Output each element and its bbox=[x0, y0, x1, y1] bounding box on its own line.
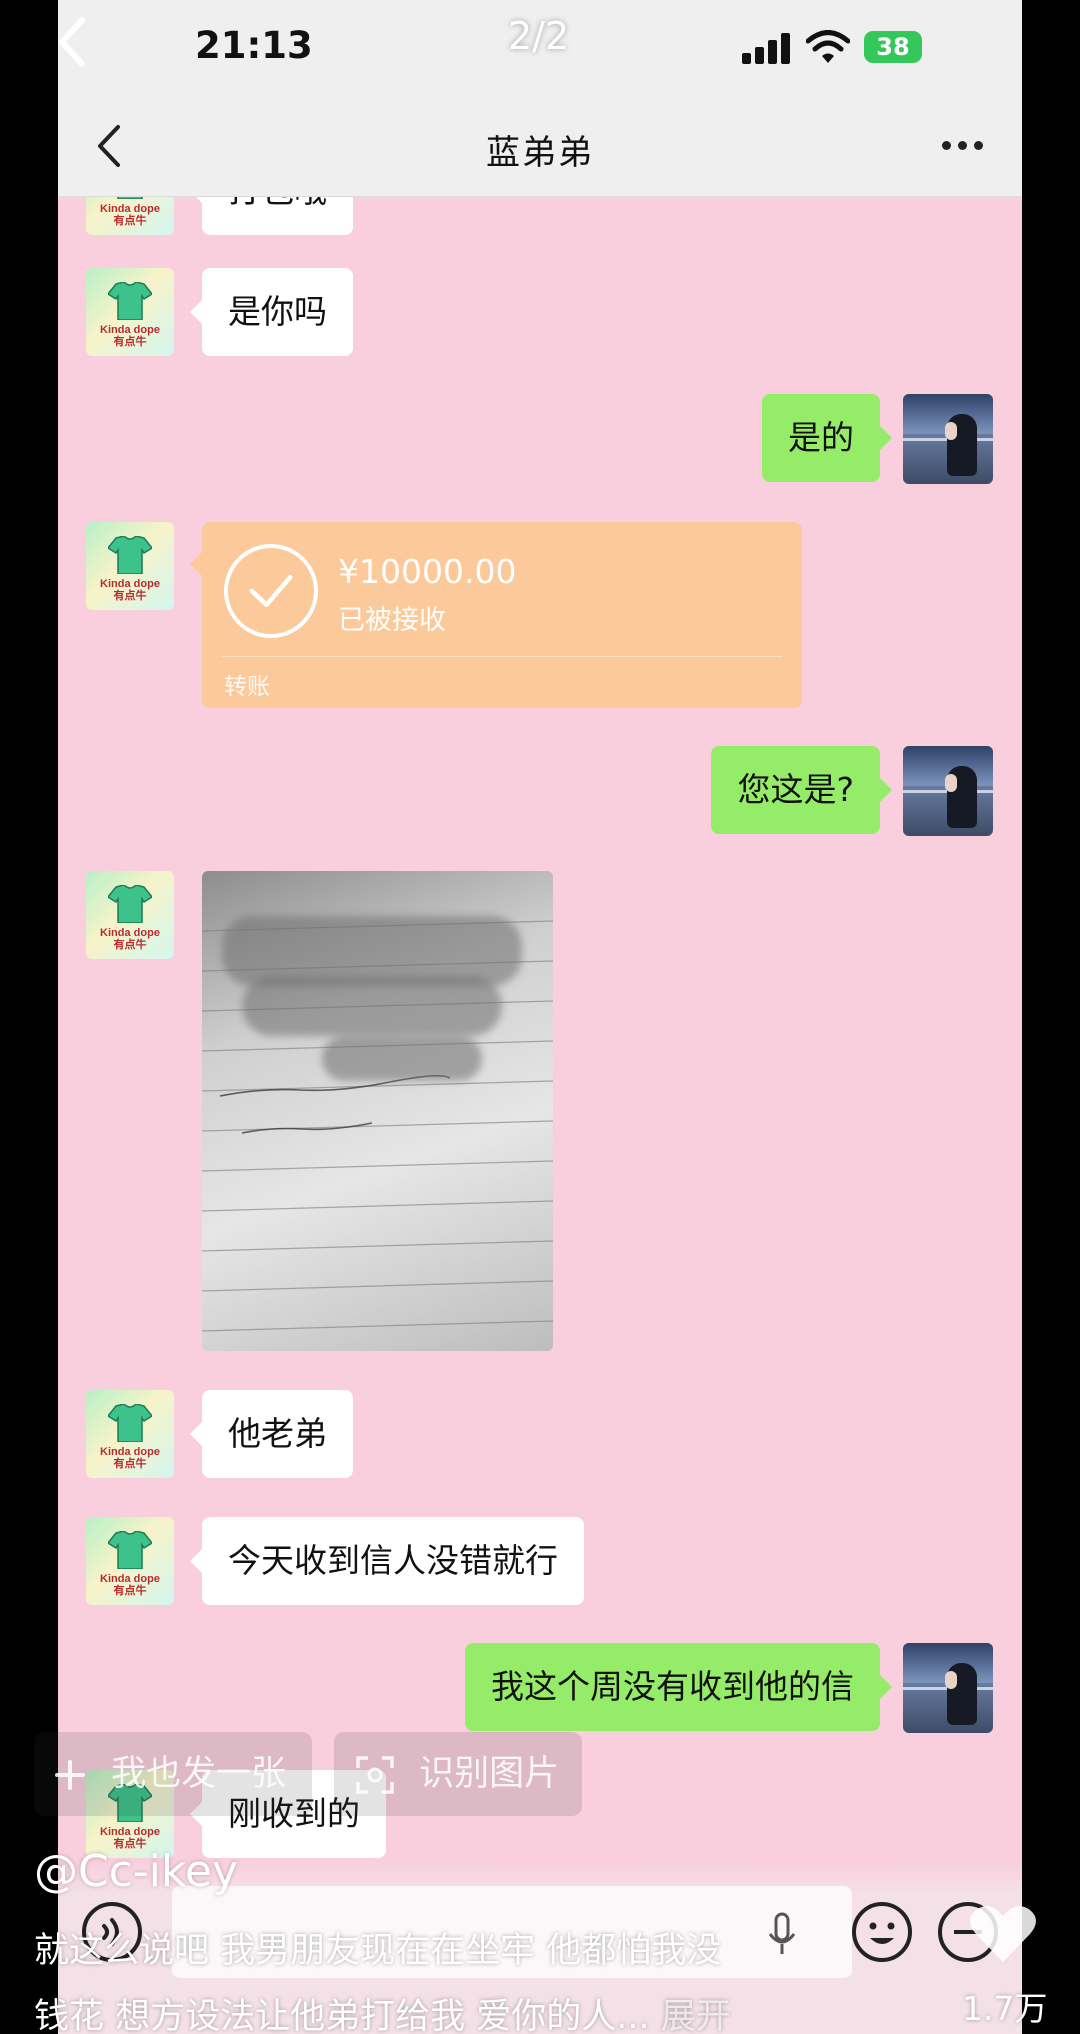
transfer-label: 转账 bbox=[224, 674, 270, 700]
page-indicator: 2/2 bbox=[508, 14, 570, 58]
my-avatar[interactable] bbox=[903, 1643, 993, 1733]
redaction bbox=[242, 976, 502, 1036]
shirt-icon bbox=[108, 282, 152, 320]
check-icon bbox=[224, 544, 318, 638]
chat-header: 蓝弟弟 bbox=[58, 95, 1022, 197]
transfer-status: 已被接收 bbox=[338, 605, 446, 636]
post-similar-button[interactable]: 我也发一张 bbox=[34, 1732, 312, 1816]
battery-level: 38 bbox=[876, 33, 910, 61]
transfer-card[interactable]: ¥10000.00 已被接收 转账 bbox=[190, 522, 802, 708]
contact-avatar[interactable]: Kinda dope 有点牛 bbox=[86, 197, 174, 235]
battery-indicator: 38 bbox=[864, 31, 922, 63]
message-bubble-incoming[interactable]: 今天收到信人没错就行 bbox=[190, 1517, 584, 1605]
shirt-icon bbox=[108, 536, 152, 574]
wifi-icon bbox=[806, 30, 850, 63]
contact-avatar[interactable]: Kinda dope 有点牛 bbox=[86, 871, 174, 959]
avatar-brand: Kinda dope 有点牛 bbox=[100, 927, 160, 951]
heart-icon[interactable] bbox=[968, 1902, 1038, 1966]
redaction bbox=[322, 1036, 482, 1081]
shirt-icon bbox=[108, 885, 152, 923]
back-icon[interactable] bbox=[58, 12, 92, 72]
transfer-divider bbox=[222, 656, 782, 657]
contact-avatar[interactable]: Kinda dope 有点牛 bbox=[86, 1390, 174, 1478]
scan-icon bbox=[356, 1756, 394, 1794]
avatar-brand: Kinda dope 有点牛 bbox=[100, 324, 160, 348]
status-bar: 21:13 2/2 38 bbox=[58, 0, 1022, 95]
chat-screen: 21:13 2/2 38 蓝弟弟 Kinda dope 有点牛 Kinda do… bbox=[58, 0, 1022, 2034]
message-bubble-incoming[interactable]: 打包哦 bbox=[190, 197, 353, 235]
author-handle[interactable]: @Cc-ikey bbox=[34, 1846, 238, 1897]
signal-icon bbox=[742, 32, 792, 64]
avatar-brand: Kinda dope 有点牛 bbox=[100, 578, 160, 602]
image-message[interactable] bbox=[202, 871, 553, 1351]
transfer-amount: ¥10000.00 bbox=[338, 552, 517, 591]
message-bubble-outgoing[interactable]: 您这是? bbox=[711, 746, 892, 834]
shirt-icon bbox=[117, 197, 143, 199]
avatar-brand: Kinda dope 有点牛 bbox=[100, 1573, 160, 1597]
like-count: 1.7万 bbox=[962, 1989, 1048, 2028]
avatar-brand: Kinda dope 有点牛 bbox=[100, 1446, 160, 1470]
shirt-icon bbox=[108, 1404, 152, 1442]
contact-avatar[interactable]: Kinda dope 有点牛 bbox=[86, 522, 174, 610]
post-caption[interactable]: 就这么说吧 我男朋友现在在坐牢 他都怕我没 钱花 想方设法让他弟打给我 爱你的人… bbox=[34, 1918, 894, 2034]
my-avatar[interactable] bbox=[903, 394, 993, 484]
recognize-image-button[interactable]: 识别图片 bbox=[334, 1732, 582, 1816]
my-avatar[interactable] bbox=[903, 746, 993, 836]
message-bubble-outgoing[interactable]: 是的 bbox=[762, 394, 892, 482]
message-bubble-incoming[interactable]: 他老弟 bbox=[190, 1390, 353, 1478]
chat-title: 蓝弟弟 bbox=[486, 133, 594, 173]
shirt-icon bbox=[108, 1531, 152, 1569]
avatar-brand: Kinda dope 有点牛 bbox=[100, 203, 160, 227]
contact-avatar[interactable]: Kinda dope 有点牛 bbox=[86, 1517, 174, 1605]
message-bubble-incoming[interactable]: 是你吗 bbox=[190, 268, 353, 356]
plus-icon bbox=[55, 1760, 85, 1790]
contact-avatar[interactable]: Kinda dope 有点牛 bbox=[86, 268, 174, 356]
recognize-image-label: 识别图片 bbox=[419, 1754, 560, 1794]
more-icon[interactable] bbox=[942, 141, 984, 151]
expand-link[interactable]: 展开 bbox=[661, 1997, 731, 2034]
clock: 21:13 bbox=[195, 24, 313, 67]
message-bubble-outgoing[interactable]: 我这个周没有收到他的信 bbox=[465, 1643, 892, 1731]
post-similar-label: 我也发一张 bbox=[111, 1754, 287, 1794]
